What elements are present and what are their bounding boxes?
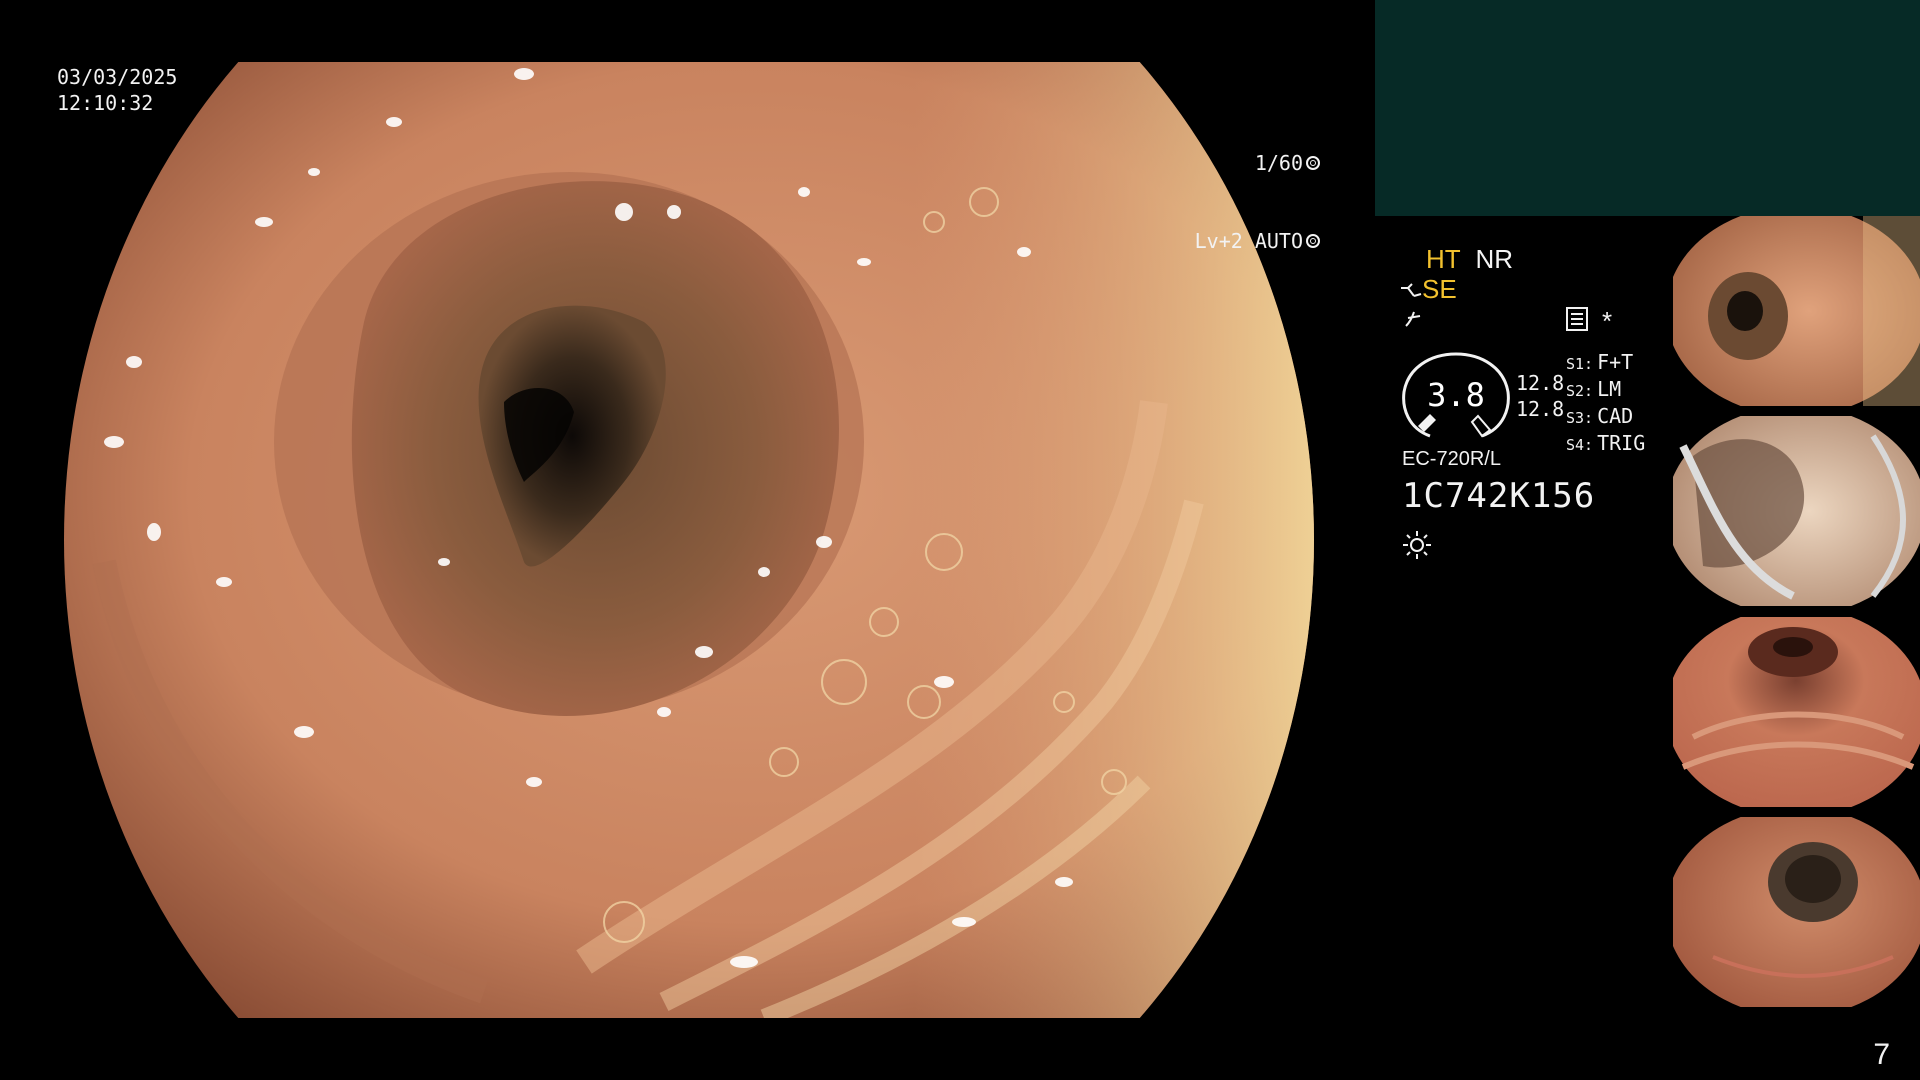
- exposure-info: 1/60 Lv+2 AUTO: [1195, 98, 1320, 306]
- color-mode-icon: [1405, 311, 1421, 327]
- scope-model: EC-720R/L: [1402, 448, 1501, 470]
- switch-assignment-list: S1: F+T S2: LM S3: CAD S4: TRIG: [1566, 350, 1645, 458]
- level-mode-text: Lv+2 AUTO: [1194, 229, 1303, 253]
- reading-1: 12.8: [1516, 371, 1565, 395]
- gauge: 3.8: [1400, 350, 1512, 442]
- asterisk-indicator: *: [1602, 306, 1613, 336]
- thumbnail-image: [1673, 416, 1920, 606]
- record-icon: [1566, 307, 1588, 331]
- time-text: 12:10:32: [57, 91, 154, 115]
- capture-thumbnail-2[interactable]: [1673, 416, 1920, 606]
- gauge-value: 3.8: [1427, 376, 1485, 414]
- scope-serial-number: 1C742K156: [1402, 476, 1596, 516]
- endoscope-live-view: [64, 62, 1314, 1018]
- se-label: SE: [1422, 274, 1457, 304]
- structure-enhance-icon: [1401, 283, 1422, 298]
- nr-label: NR: [1475, 244, 1513, 274]
- switch-row: S1: F+T: [1566, 350, 1634, 374]
- switch-row: S2: LM: [1566, 377, 1622, 401]
- ht-label: HT: [1426, 244, 1461, 274]
- light-icon: [1403, 531, 1431, 559]
- settings-panel: HT NR SE * 3.8 12.8 12.8 S1: F+T S2: LM …: [1390, 230, 1680, 610]
- switch-row: S4: TRIG: [1566, 431, 1646, 455]
- thumbnail-image: [1673, 817, 1920, 1007]
- endoscope-image: [64, 62, 1314, 1018]
- info-panel-blank: [1375, 0, 1920, 216]
- se-row: SE: [1400, 274, 1457, 304]
- date-time-display: 03/03/2025 12:10:32: [57, 64, 177, 116]
- page-number: 7: [1873, 1038, 1890, 1071]
- scope-readings: 12.8 12.8: [1516, 370, 1564, 422]
- switch-row: S3: CAD: [1566, 404, 1634, 428]
- auto-ring-icon: [1306, 234, 1320, 248]
- shutter-row: 1/60: [1195, 150, 1320, 176]
- level-row: Lv+2 AUTO: [1195, 228, 1320, 254]
- shutter-speed-text: 1/60: [1254, 151, 1303, 175]
- capture-thumbnail-3[interactable]: [1673, 617, 1920, 807]
- endoscopy-screen: 03/03/2025 12:10:32 1/60 Lv+2 AUTO HT NR …: [0, 0, 1920, 1080]
- date-text: 03/03/2025: [57, 65, 178, 89]
- ht-nr-row: HT NR: [1426, 244, 1513, 274]
- thumbnail-image: [1673, 216, 1920, 406]
- thumbnail-image: [1673, 617, 1920, 807]
- capture-thumbnail-1[interactable]: [1673, 216, 1920, 406]
- capture-thumbnail-4[interactable]: [1673, 817, 1920, 1007]
- reading-2: 12.8: [1516, 397, 1565, 421]
- aperture-icon: [1306, 156, 1320, 170]
